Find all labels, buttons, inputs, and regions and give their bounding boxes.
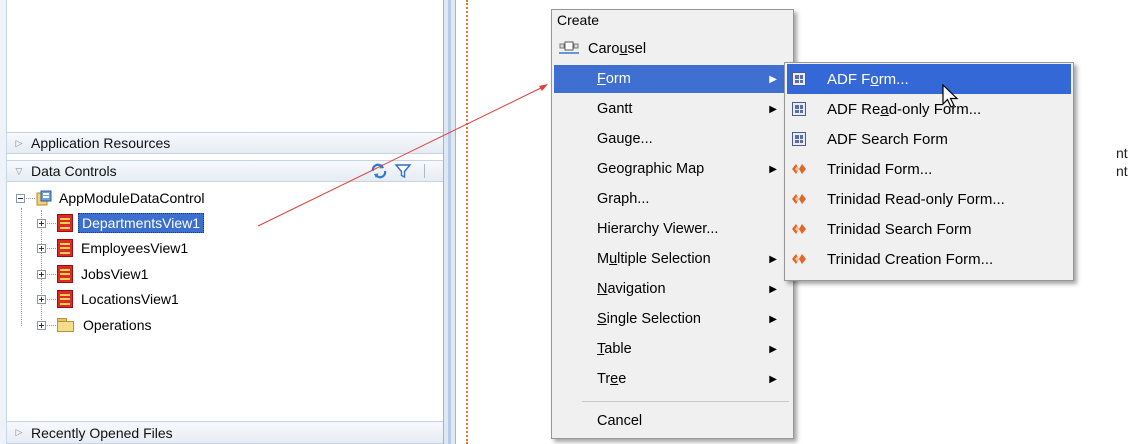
menu-item-table[interactable]: Table ▶	[554, 335, 791, 363]
submenu-item-adf-search-form[interactable]: ADF Search Form	[787, 124, 1071, 154]
menu-item-geographic-map[interactable]: Geographic Map ▶	[554, 155, 791, 183]
submenu-item-trinidad-readonly-form[interactable]: Trinidad Read-only Form...	[787, 184, 1071, 214]
submenu-arrow-icon: ▶	[769, 163, 777, 175]
menu-item-hierarchy-viewer[interactable]: Hierarchy Viewer...	[554, 215, 791, 243]
menu-item-form[interactable]: Form ▶	[554, 65, 791, 93]
adf-form-icon	[791, 131, 807, 147]
submenu-item-trinidad-creation-form[interactable]: Trinidad Creation Form...	[787, 244, 1071, 274]
adf-form-icon	[791, 71, 807, 87]
submenu-item-trinidad-search-form[interactable]: Trinidad Search Form	[787, 214, 1071, 244]
submenu-arrow-icon: ▶	[769, 73, 777, 85]
menu-item-label: Multiple Selection	[597, 251, 711, 267]
menu-item-label: Gantt	[597, 101, 633, 117]
menu-item-gantt[interactable]: Gantt ▶	[554, 95, 791, 123]
menu-item-label: Form	[597, 71, 631, 87]
submenu-arrow-icon: ▶	[769, 253, 777, 265]
form-submenu: ADF Form... ADF Read-only Form... ADF Se…	[784, 62, 1074, 281]
submenu-item-label: Trinidad Read-only Form...	[827, 190, 1005, 208]
trinidad-icon	[791, 251, 807, 267]
menu-item-label: Navigation	[597, 281, 666, 297]
submenu-arrow-icon: ▶	[769, 343, 777, 355]
submenu-arrow-icon: ▶	[769, 283, 777, 295]
menu-item-label: Geographic Map	[597, 161, 705, 177]
carousel-icon	[558, 41, 580, 59]
menu-item-navigation[interactable]: Navigation ▶	[554, 275, 791, 303]
menu-item-label: Carousel	[588, 41, 647, 57]
mouse-pointer-icon	[942, 84, 959, 108]
submenu-arrow-icon: ▶	[769, 103, 777, 115]
submenu-item-label: Trinidad Creation Form...	[827, 250, 994, 268]
menu-item-cancel[interactable]: Cancel	[554, 407, 791, 435]
menu-item-label: Table	[597, 341, 632, 357]
submenu-item-label: Trinidad Search Form	[827, 220, 972, 238]
trinidad-icon	[791, 191, 807, 207]
menu-item-tree[interactable]: Tree ▶	[554, 365, 791, 393]
submenu-item-label: Trinidad Form...	[827, 160, 933, 178]
adf-form-icon	[791, 101, 807, 117]
submenu-arrow-icon: ▶	[769, 373, 777, 385]
menu-item-label: Graph...	[597, 191, 650, 207]
create-context-menu: Create Carousel Form ▶ Gantt ▶ Gauge... …	[551, 9, 794, 439]
menu-item-label: Hierarchy Viewer...	[597, 221, 719, 237]
menu-item-multiple-selection[interactable]: Multiple Selection ▶	[554, 245, 791, 273]
menu-item-graph[interactable]: Graph...	[554, 185, 791, 213]
trinidad-icon	[791, 221, 807, 237]
menu-item-carousel[interactable]: Carousel	[554, 35, 791, 63]
submenu-item-adf-readonly-form[interactable]: ADF Read-only Form...	[787, 94, 1071, 124]
menu-item-gauge[interactable]: Gauge...	[554, 125, 791, 153]
submenu-item-trinidad-form[interactable]: Trinidad Form...	[787, 154, 1071, 184]
submenu-item-adf-form[interactable]: ADF Form...	[787, 64, 1071, 94]
menu-item-label: Single Selection	[597, 311, 701, 327]
menu-item-label: Cancel	[597, 413, 643, 429]
menu-title: Create	[557, 12, 600, 28]
trinidad-icon	[791, 161, 807, 177]
submenu-item-label: ADF Form...	[827, 70, 909, 88]
submenu-item-label: ADF Search Form	[827, 130, 948, 148]
menu-separator	[582, 401, 789, 402]
menu-item-label: Gauge...	[597, 131, 653, 147]
menu-item-single-selection[interactable]: Single Selection ▶	[554, 305, 791, 333]
menu-item-label: Tree	[597, 371, 627, 387]
submenu-arrow-icon: ▶	[769, 313, 777, 325]
